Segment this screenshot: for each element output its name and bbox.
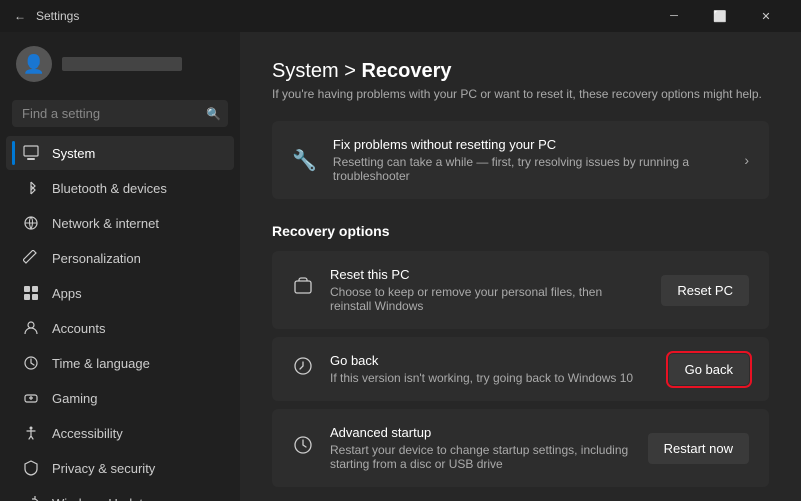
window-controls: ─ ⬜ ✕ xyxy=(651,0,789,32)
section-title: Recovery options xyxy=(272,223,769,239)
sidebar-item-time[interactable]: Time & language xyxy=(6,346,234,380)
profile-name xyxy=(62,57,182,71)
sidebar-item-personalization[interactable]: Personalization xyxy=(6,241,234,275)
nav-label-system: System xyxy=(52,146,95,161)
option-text-advanced: Advanced startup Restart your device to … xyxy=(330,425,632,471)
option-btn-advanced[interactable]: Restart now xyxy=(648,433,749,464)
sidebar-item-apps[interactable]: Apps xyxy=(6,276,234,310)
nav-label-bluetooth: Bluetooth & devices xyxy=(52,181,167,196)
troubleshoot-card[interactable]: 🔧 Fix problems without resetting your PC… xyxy=(272,121,769,199)
option-icon-reset xyxy=(292,276,314,304)
option-icon-advanced xyxy=(292,434,314,462)
options-list: Reset this PC Choose to keep or remove y… xyxy=(272,251,769,487)
sidebar-item-gaming[interactable]: Gaming xyxy=(6,381,234,415)
nav-label-time: Time & language xyxy=(52,356,150,371)
nav-icon-personalization xyxy=(22,249,40,267)
nav-icon-privacy xyxy=(22,459,40,477)
option-desc-advanced: Restart your device to change startup se… xyxy=(330,443,632,471)
troubleshoot-text: Fix problems without resetting your PC R… xyxy=(333,137,728,183)
page-description: If you're having problems with your PC o… xyxy=(272,87,769,101)
maximize-button[interactable]: ⬜ xyxy=(697,0,743,32)
sidebar-item-network[interactable]: Network & internet xyxy=(6,206,234,240)
option-title-goback: Go back xyxy=(330,353,653,368)
search-input[interactable] xyxy=(22,106,198,121)
breadcrumb-current: Recovery xyxy=(361,60,451,82)
nav-icon-accessibility xyxy=(22,424,40,442)
sidebar: 👤 🔍 System Bluetooth & devices Network &… xyxy=(0,32,240,501)
nav-icon-system xyxy=(22,144,40,162)
nav-list: System Bluetooth & devices Network & int… xyxy=(0,135,240,501)
breadcrumb-parent: System xyxy=(272,60,339,82)
avatar: 👤 xyxy=(16,46,52,82)
option-title-advanced: Advanced startup xyxy=(330,425,632,440)
search-box[interactable]: 🔍 xyxy=(12,100,228,127)
breadcrumb: System > Recovery xyxy=(272,60,769,83)
profile-section[interactable]: 👤 xyxy=(0,36,240,92)
nav-label-update: Windows Update xyxy=(52,496,150,501)
sidebar-item-accounts[interactable]: Accounts xyxy=(6,311,234,345)
breadcrumb-separator: > xyxy=(339,60,362,82)
sidebar-item-privacy[interactable]: Privacy & security xyxy=(6,451,234,485)
nav-label-accessibility: Accessibility xyxy=(52,426,123,441)
main-layout: 👤 🔍 System Bluetooth & devices Network &… xyxy=(0,32,801,501)
app-title: Settings xyxy=(36,9,651,23)
nav-label-network: Network & internet xyxy=(52,216,159,231)
titlebar: ← Settings ─ ⬜ ✕ xyxy=(0,0,801,32)
content-area: System > Recovery If you're having probl… xyxy=(240,32,801,501)
nav-icon-gaming xyxy=(22,389,40,407)
option-btn-goback[interactable]: Go back xyxy=(669,354,749,385)
option-btn-reset[interactable]: Reset PC xyxy=(661,275,749,306)
option-card-advanced: Advanced startup Restart your device to … xyxy=(272,409,769,487)
sidebar-item-accessibility[interactable]: Accessibility xyxy=(6,416,234,450)
sidebar-item-system[interactable]: System xyxy=(6,136,234,170)
nav-label-personalization: Personalization xyxy=(52,251,141,266)
troubleshoot-title: Fix problems without resetting your PC xyxy=(333,137,728,152)
close-button[interactable]: ✕ xyxy=(743,0,789,32)
sidebar-item-update[interactable]: Windows Update xyxy=(6,486,234,501)
nav-icon-network xyxy=(22,214,40,232)
sidebar-item-bluetooth[interactable]: Bluetooth & devices xyxy=(6,171,234,205)
nav-icon-accounts xyxy=(22,319,40,337)
search-icon: 🔍 xyxy=(206,107,221,121)
nav-icon-update xyxy=(22,494,40,501)
nav-icon-bluetooth xyxy=(22,179,40,197)
option-icon-goback xyxy=(292,355,314,383)
nav-icon-time xyxy=(22,354,40,372)
nav-label-privacy: Privacy & security xyxy=(52,461,155,476)
option-card-goback: Go back If this version isn't working, t… xyxy=(272,337,769,401)
option-desc-goback: If this version isn't working, try going… xyxy=(330,371,653,385)
nav-icon-apps xyxy=(22,284,40,302)
troubleshoot-subtitle: Resetting can take a while — first, try … xyxy=(333,155,728,183)
option-card-reset: Reset this PC Choose to keep or remove y… xyxy=(272,251,769,329)
option-title-reset: Reset this PC xyxy=(330,267,645,282)
back-button[interactable]: ← xyxy=(12,8,28,24)
page-header: System > Recovery If you're having probl… xyxy=(272,60,769,101)
nav-label-accounts: Accounts xyxy=(52,321,105,336)
option-text-goback: Go back If this version isn't working, t… xyxy=(330,353,653,385)
option-desc-reset: Choose to keep or remove your personal f… xyxy=(330,285,645,313)
nav-label-gaming: Gaming xyxy=(52,391,98,406)
nav-label-apps: Apps xyxy=(52,286,82,301)
minimize-button[interactable]: ─ xyxy=(651,0,697,32)
troubleshoot-icon: 🔧 xyxy=(292,148,317,173)
option-text-reset: Reset this PC Choose to keep or remove y… xyxy=(330,267,645,313)
chevron-right-icon: › xyxy=(744,152,749,168)
